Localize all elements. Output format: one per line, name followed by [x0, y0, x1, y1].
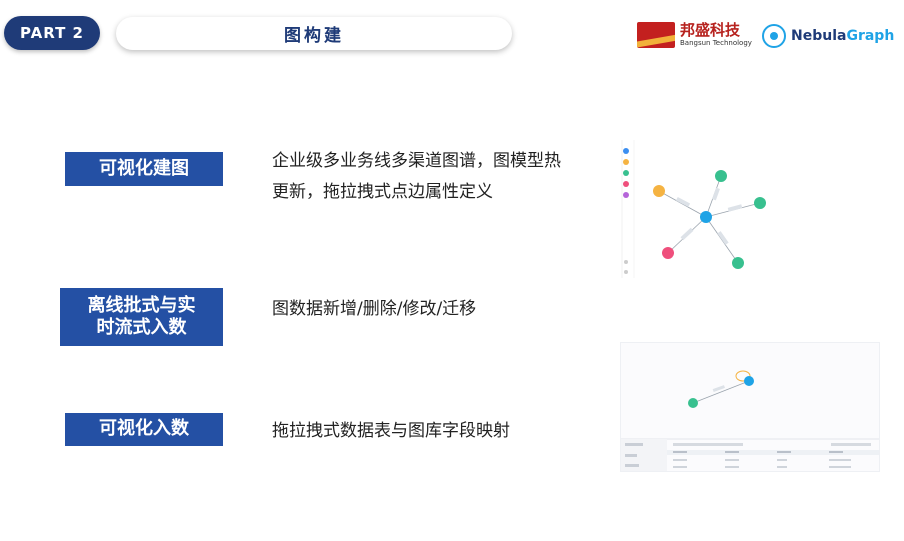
feature-label-batch-stream-ingest: 离线批式与实时流式入数	[60, 288, 223, 346]
bangsun-logo: 邦盛科技 Bangsun Technology	[637, 22, 752, 48]
feature-desc-batch-stream-ingest: 图数据新增/删除/修改/迁移	[272, 299, 477, 319]
part-badge: PART 2	[4, 16, 100, 50]
feature-desc-visual-modeling: 企业级多业务线多渠道图谱，图模型热更新，拖拉拽式点边属性定义	[272, 151, 561, 202]
feature-label-visual-ingest: 可视化入数	[65, 413, 223, 446]
nebula-logo: NebulaGraph	[762, 24, 894, 48]
page-title: 图构建	[116, 17, 512, 50]
nebula-logo-text: NebulaGraph	[791, 28, 895, 44]
bangsun-logo-cn: 邦盛科技	[680, 21, 741, 39]
feature-desc-visual-ingest: 拖拉拽式数据表与图库字段映射	[272, 421, 510, 441]
nebula-logo-icon	[762, 24, 786, 48]
bangsun-logo-en: Bangsun Technology	[680, 39, 752, 47]
bangsun-logo-icon	[637, 22, 675, 48]
data-mapping-preview	[620, 342, 880, 472]
graph-schema-preview	[616, 140, 776, 278]
feature-label-visual-modeling: 可视化建图	[65, 152, 223, 186]
